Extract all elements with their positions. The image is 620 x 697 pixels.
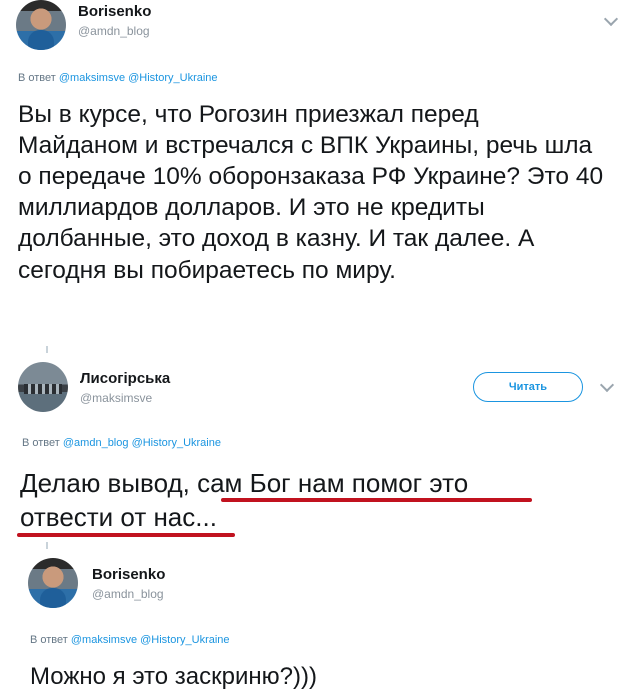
avatar[interactable] [28, 558, 78, 608]
author-handle[interactable]: @amdn_blog [92, 587, 164, 601]
reply-mention-link[interactable]: @maksimsve [71, 634, 137, 646]
reply-mention-link[interactable]: @amdn_blog [63, 437, 129, 449]
chevron-down-icon[interactable] [603, 11, 619, 27]
reply-mention-link[interactable]: @History_Ukraine [128, 72, 217, 84]
reply-mention-link[interactable]: @History_Ukraine [140, 634, 229, 646]
reply-to: В ответ @maksimsve @History_Ukraine [30, 634, 230, 646]
reply-mention-link[interactable]: @maksimsve [59, 72, 125, 84]
tweet-text: Можно я это заскриню?))) [30, 663, 317, 690]
thread-connector [46, 542, 48, 549]
author-name[interactable]: Лисогірська [80, 370, 170, 387]
tweet-3: Borisenko @amdn_blog В ответ @maksimsve … [0, 556, 620, 697]
tweet-text: Вы в курсе, что Рогозин приезжал перед М… [18, 101, 604, 284]
author-name[interactable]: Borisenko [92, 566, 165, 583]
tweet-1: Borisenko @amdn_blog В ответ @maksimsve … [0, 0, 620, 350]
reply-to: В ответ @amdn_blog @History_Ukraine [22, 437, 221, 449]
author-handle[interactable]: @maksimsve [80, 391, 152, 405]
avatar[interactable] [16, 0, 66, 50]
tweet-2: Лисогірська @maksimsve Читать В ответ @a… [0, 362, 620, 542]
thread-connector [46, 346, 48, 353]
highlight-underline [221, 498, 532, 502]
chevron-down-icon[interactable] [599, 377, 615, 393]
reply-to: В ответ @maksimsve @History_Ukraine [18, 72, 218, 84]
reply-mention-link[interactable]: @History_Ukraine [132, 437, 221, 449]
highlight-underline [17, 533, 235, 537]
avatar[interactable] [18, 362, 68, 412]
follow-button[interactable]: Читать [473, 372, 583, 402]
author-name[interactable]: Borisenko [78, 3, 151, 20]
author-handle[interactable]: @amdn_blog [78, 24, 150, 38]
